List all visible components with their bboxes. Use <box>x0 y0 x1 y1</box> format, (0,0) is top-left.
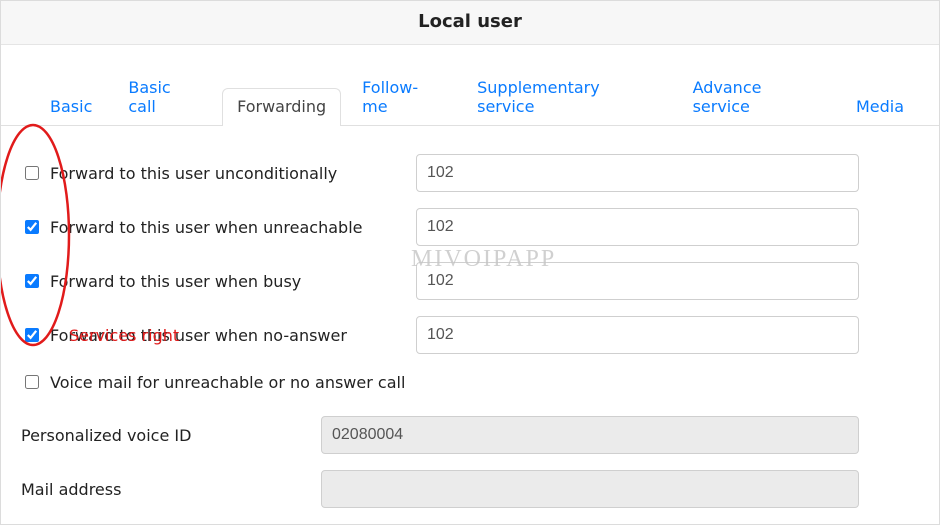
forward-unconditional-label: Forward to this user unconditionally <box>50 164 337 183</box>
forward-busy-checkbox[interactable] <box>25 274 39 288</box>
tab-media[interactable]: Media <box>841 88 919 126</box>
voice-mail-row: Voice mail for unreachable or no answer … <box>21 362 919 408</box>
forward-unreachable-input[interactable] <box>416 208 859 246</box>
panel-title: Local user <box>418 11 522 32</box>
forwarding-form: Services right Forward to this user unco… <box>1 126 939 516</box>
forward-unreachable-row: Forward to this user when unreachable <box>21 200 919 254</box>
voice-mail-label: Voice mail for unreachable or no answer … <box>50 373 405 392</box>
forward-no-answer-label: Forward to this user when no-answer <box>50 326 347 345</box>
mail-address-row: Mail address <box>21 462 919 516</box>
tab-advance-service[interactable]: Advance service <box>678 69 835 126</box>
forward-busy-row: Forward to this user when busy <box>21 254 919 308</box>
forward-unconditional-input[interactable] <box>416 154 859 192</box>
forward-no-answer-input[interactable] <box>416 316 859 354</box>
personal-voice-id-label: Personalized voice ID <box>21 426 321 445</box>
forward-no-answer-checkbox[interactable] <box>25 328 39 342</box>
tab-basic[interactable]: Basic <box>35 88 107 126</box>
forward-unconditional-row: Forward to this user unconditionally <box>21 146 919 200</box>
tab-forwarding[interactable]: Forwarding <box>222 88 341 126</box>
voice-mail-checkbox[interactable] <box>25 375 39 389</box>
personal-voice-id-row: Personalized voice ID <box>21 408 919 462</box>
forward-unreachable-checkbox[interactable] <box>25 220 39 234</box>
forward-unreachable-label: Forward to this user when unreachable <box>50 218 362 237</box>
forward-busy-label: Forward to this user when busy <box>50 272 301 291</box>
mail-address-input[interactable] <box>321 470 859 508</box>
forward-unconditional-checkbox[interactable] <box>25 166 39 180</box>
panel-header: Local user <box>1 1 939 45</box>
tab-supplementary-service[interactable]: Supplementary service <box>462 69 671 126</box>
personal-voice-id-input <box>321 416 859 454</box>
forward-no-answer-row: Forward to this user when no-answer <box>21 308 919 362</box>
tab-basic-call[interactable]: Basic call <box>113 69 216 126</box>
mail-address-label: Mail address <box>21 480 321 499</box>
tab-follow-me[interactable]: Follow-me <box>347 69 456 126</box>
forward-busy-input[interactable] <box>416 262 859 300</box>
tab-bar: Basic Basic call Forwarding Follow-me Su… <box>1 45 939 126</box>
local-user-panel: Local user Basic Basic call Forwarding F… <box>0 0 940 525</box>
